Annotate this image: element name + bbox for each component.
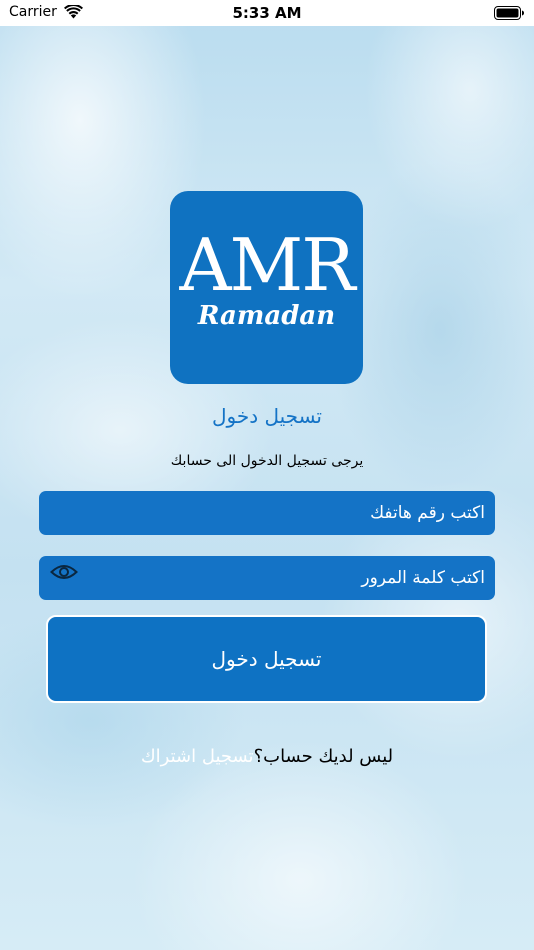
signup-prompt: ليس لديك حساب؟ — [253, 746, 394, 767]
logo-script: Ramadan — [197, 301, 336, 331]
phone-field[interactable] — [39, 491, 495, 535]
clock: 5:33 AM — [232, 4, 302, 22]
status-bar: Carrier 5:33 AM — [0, 0, 534, 26]
signup-row: ليس لديك حساب؟تسجيل اشتراك — [0, 746, 534, 767]
app-logo: AMR Ramadan — [170, 191, 363, 384]
login-button[interactable]: تسجيل دخول — [46, 615, 487, 703]
password-field[interactable] — [39, 556, 495, 600]
page-subtitle: يرجى تسجيل الدخول الى حسابك — [170, 453, 364, 469]
battery-icon — [494, 6, 524, 20]
background-image — [0, 0, 534, 950]
password-input[interactable] — [39, 556, 495, 600]
phone-input[interactable] — [39, 491, 495, 535]
eye-icon[interactable] — [50, 563, 78, 581]
logo-letters: AMR — [179, 223, 356, 307]
page-title: تسجيل دخول — [212, 404, 322, 428]
signup-link[interactable]: تسجيل اشتراك — [141, 746, 254, 767]
